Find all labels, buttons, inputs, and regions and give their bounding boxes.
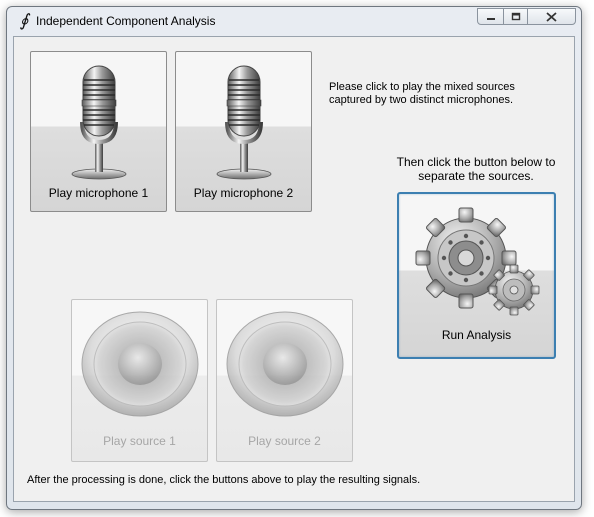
minimize-button[interactable]	[477, 8, 504, 25]
maximize-button[interactable]	[503, 8, 528, 25]
microphone-icon	[214, 60, 274, 180]
speaker-icon	[225, 308, 345, 418]
play-source-2-button[interactable]: Play source 2	[216, 299, 353, 462]
play-mixed-instruction: Please click to play the mixed sources c…	[329, 81, 515, 106]
microphone-icon	[69, 60, 129, 180]
play-microphone-1-label: Play microphone 1	[48, 186, 149, 200]
title-bar[interactable]: ∮ Independent Component Analysis	[7, 7, 581, 35]
client-area: Play microphone 1 Play microphone 2 Plea…	[13, 36, 575, 502]
play-microphone-1-button[interactable]: Play microphone 1	[30, 51, 167, 212]
close-button[interactable]	[527, 8, 576, 25]
gears-icon	[415, 207, 540, 316]
play-microphone-2-button[interactable]: Play microphone 2	[175, 51, 312, 212]
app-window: ∮ Independent Component Analysis Play mi…	[6, 6, 582, 510]
play-microphone-2-label: Play microphone 2	[193, 186, 294, 200]
speaker-icon	[80, 308, 200, 418]
window-title: Independent Component Analysis	[36, 14, 216, 28]
footer-instruction: After the processing is done, click the …	[27, 474, 421, 486]
minimize-icon	[486, 17, 495, 20]
run-analysis-label: Run Analysis	[441, 328, 512, 342]
separate-instruction: Then click the button below to separate …	[396, 155, 556, 183]
integral-icon: ∮	[19, 11, 29, 31]
run-analysis-button[interactable]: Run Analysis	[397, 192, 556, 359]
play-source-1-button[interactable]: Play source 1	[71, 299, 208, 462]
play-source-1-label: Play source 1	[103, 434, 176, 448]
maximize-icon	[511, 12, 520, 21]
close-icon	[546, 11, 557, 22]
play-source-2-label: Play source 2	[248, 434, 321, 448]
